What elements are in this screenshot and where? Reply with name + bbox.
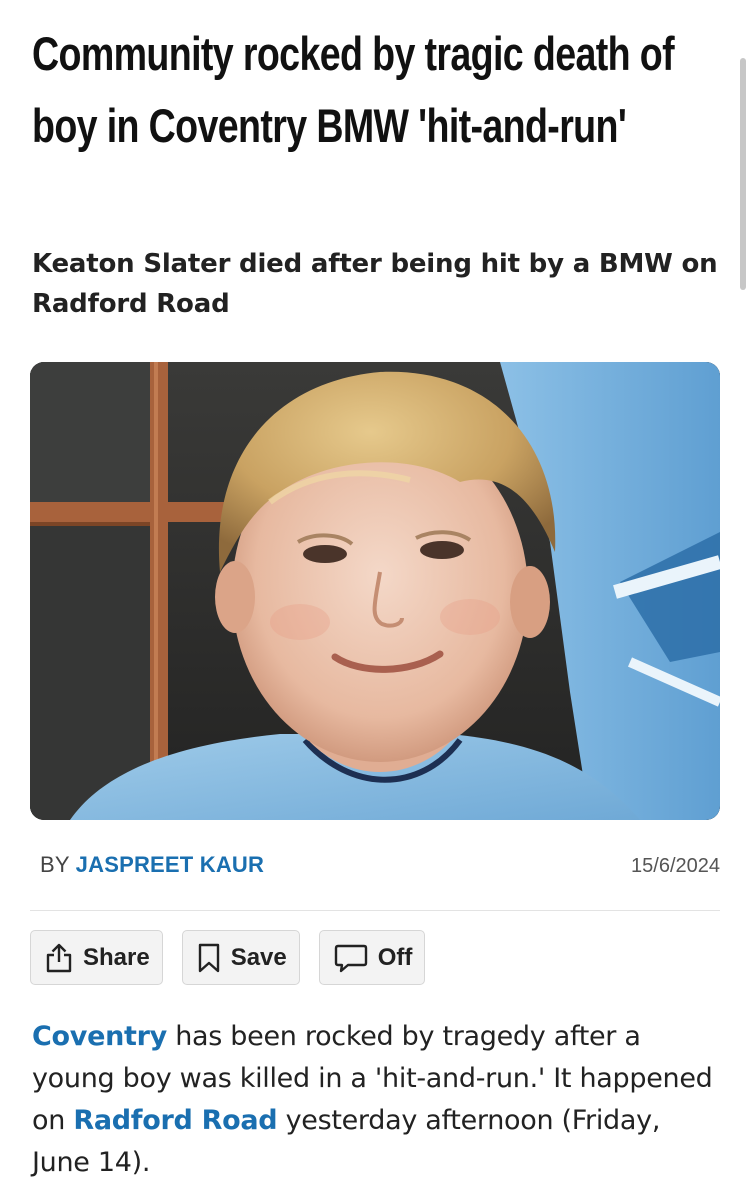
hero-image	[30, 362, 720, 820]
comments-label: Off	[377, 943, 413, 971]
save-button[interactable]: Save	[181, 930, 300, 985]
share-button[interactable]: Share	[30, 930, 163, 985]
save-label: Save	[230, 943, 287, 971]
comments-button[interactable]: Off	[318, 930, 426, 985]
scrollbar[interactable]	[740, 58, 746, 290]
publish-date: 15/6/2024	[631, 855, 720, 877]
byline-prefix: BY	[40, 852, 76, 877]
speech-bubble-icon	[333, 942, 369, 974]
coventry-link[interactable]: Coventry	[32, 1021, 167, 1052]
article-paragraph: Coventry has been rocked by tragedy afte…	[32, 1016, 722, 1184]
byline: BY JASPREET KAUR	[40, 852, 264, 878]
divider	[30, 910, 720, 911]
bookmark-icon	[196, 942, 222, 974]
subheadline: Keaton Slater died after being hit by a …	[32, 249, 718, 319]
action-bar: Share Save Off	[30, 930, 426, 985]
share-label: Share	[83, 943, 150, 971]
author-link[interactable]: JASPREET KAUR	[76, 852, 264, 877]
share-icon	[44, 942, 74, 974]
radford-road-link[interactable]: Radford Road	[73, 1105, 277, 1136]
headline: Community rocked by tragic death of boy …	[32, 27, 675, 152]
